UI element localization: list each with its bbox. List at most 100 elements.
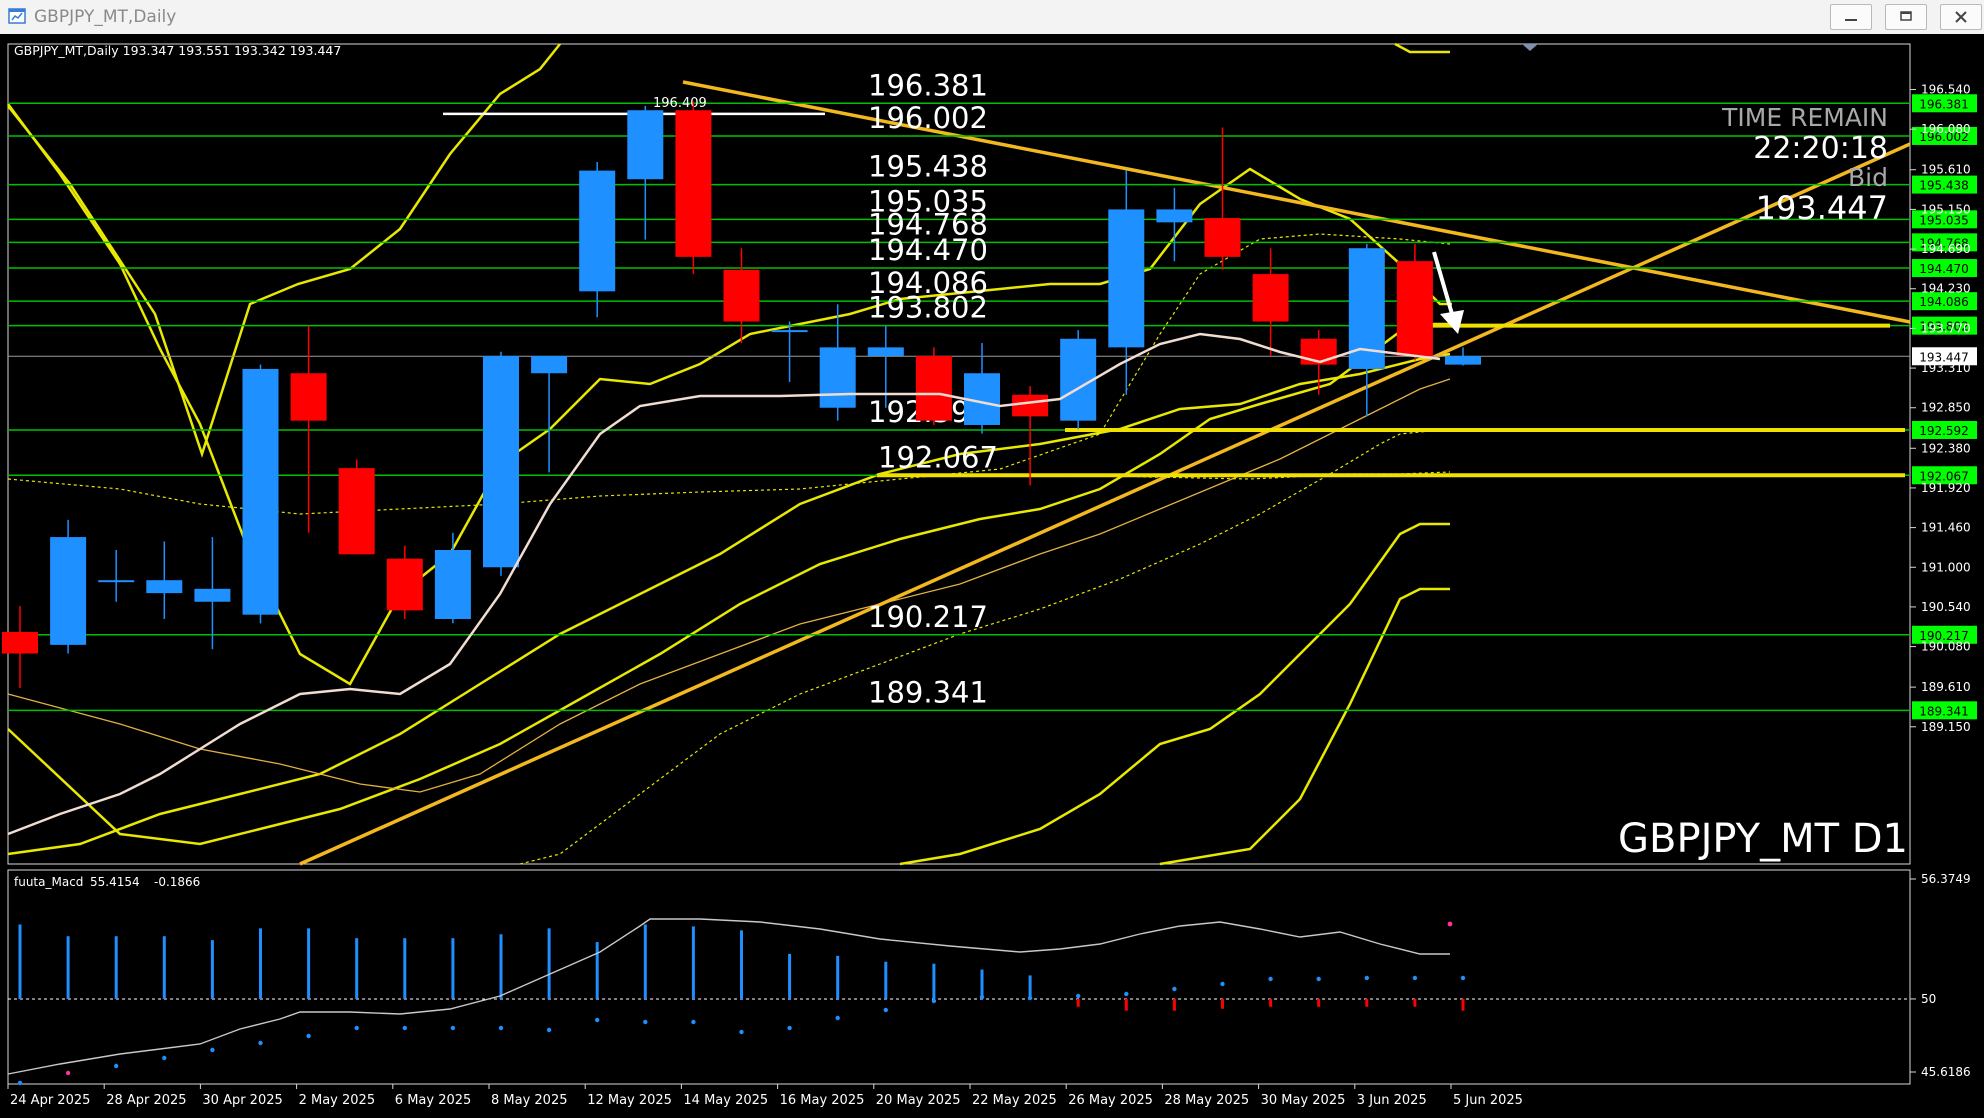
date-label: 14 May 2025: [683, 1093, 768, 1108]
price-chart[interactable]: 196.381196.381196.002196.002195.438195.4…: [0, 34, 1984, 1118]
macd-dot: [210, 1047, 215, 1053]
macd-dot: [739, 1029, 744, 1035]
minimize-button[interactable]: [1830, 4, 1872, 30]
macd-dot: [498, 1025, 504, 1031]
date-label: 20 May 2025: [876, 1093, 961, 1108]
level-label: 194.470: [868, 233, 988, 267]
level-label: 189.341: [868, 675, 988, 709]
uptrend-line: [299, 142, 1911, 866]
chart-header: GBPJPY_MT,Daily 193.347 193.551 193.342 …: [14, 43, 341, 58]
level-label: 195.438: [868, 150, 988, 184]
macd-dot: [546, 1027, 552, 1033]
date-label: 30 May 2025: [1261, 1093, 1346, 1108]
price-tick-label: 196.080: [1921, 122, 1971, 136]
close-button[interactable]: [1940, 4, 1982, 30]
date-label: 8 May 2025: [491, 1093, 568, 1108]
level-label: 193.802: [868, 291, 988, 325]
macd-dot: [1460, 975, 1466, 981]
price-tick-label: 191.460: [1921, 521, 1971, 535]
macd-dot: [1316, 976, 1321, 982]
high-marker-label: 196.409: [653, 96, 707, 111]
annotations: [1432, 251, 1464, 334]
title-bar[interactable]: GBPJPY_MT,Daily: [0, 0, 1984, 35]
restore-icon: [1900, 11, 1912, 21]
bear-candle: [1204, 218, 1241, 257]
price-tick-label: 196.540: [1921, 83, 1971, 97]
bear-candle: [386, 558, 423, 611]
macd-dot: [1027, 995, 1033, 1001]
bull-candle: [867, 347, 904, 357]
bollinger-lower: [7, 322, 1450, 846]
macd-dot: [1076, 993, 1081, 999]
macd-dot: [931, 998, 937, 1004]
macd-dot: [1124, 991, 1129, 997]
price-tick-label: 190.080: [1921, 640, 1971, 654]
bull-candle: [771, 330, 808, 333]
macd-tick-label: 56.3749: [1921, 872, 1971, 886]
macd-dot: [595, 1017, 600, 1023]
white-moving-average: [7, 332, 1441, 836]
bull-candle: [531, 356, 568, 374]
bull-candle: [819, 347, 856, 408]
price-tick-label: 190.540: [1921, 600, 1971, 614]
macd-dot: [883, 1007, 888, 1013]
level-label: 192.067: [878, 440, 998, 474]
bear-candle: [915, 356, 952, 421]
macd-dot: [402, 1025, 407, 1031]
macd-dot: [1447, 921, 1453, 927]
shift-marker: [1522, 44, 1538, 51]
macd-dot: [979, 994, 985, 1000]
bollinger-top-stub: [1394, 42, 1450, 54]
bollinger-upper-left: [7, 43, 561, 459]
date-label: 2 May 2025: [299, 1093, 376, 1108]
price-tick-label: 191.920: [1921, 481, 1971, 495]
date-label: 22 May 2025: [972, 1093, 1057, 1108]
macd-dot: [691, 1019, 696, 1025]
timer-value: 22:20:18: [1753, 131, 1888, 166]
bollinger-lower-3: [1159, 587, 1450, 866]
bull-candle: [579, 170, 616, 292]
bid-label: Bid: [1848, 163, 1888, 192]
price-tick-label: 189.150: [1921, 720, 1971, 734]
level-tag-text: 195.438: [1919, 179, 1969, 193]
macd-panel: 56.3749 50 45.6186: [7, 872, 1971, 1086]
bull-candle: [434, 550, 471, 620]
macd-dot: [258, 1040, 263, 1046]
chart-area[interactable]: 196.381 196.381 196.002 196.002 195.438 195.4…: [0, 34, 1984, 1118]
bear-candle: [290, 373, 327, 421]
level-label: 196.381: [868, 68, 988, 102]
level-label: 196.002: [868, 101, 988, 135]
macd-label: fuuta_Macd: [14, 875, 83, 889]
bear-candle: [675, 110, 712, 257]
date-label: 5 Jun 2025: [1453, 1093, 1523, 1108]
bull-candle: [98, 580, 135, 583]
macd-value: 55.4154: [90, 875, 140, 889]
bull-candle: [194, 588, 231, 602]
macd-dot: [643, 1019, 648, 1025]
arrow-head-icon: [1440, 310, 1464, 334]
price-tick-label: 192.380: [1921, 441, 1971, 455]
date-label: 28 Apr 2025: [106, 1093, 186, 1108]
bull-candle: [1108, 209, 1145, 348]
date-label: 16 May 2025: [780, 1093, 865, 1108]
macd-dot: [65, 1070, 71, 1076]
macd-dot: [162, 1055, 167, 1061]
date-label: 28 May 2025: [1164, 1093, 1249, 1108]
terminal-window: GBPJPY_MT,Daily 196.381 196.381 196.002 196…: [0, 0, 1984, 1118]
macd-tick-label: 45.6186: [1921, 1065, 1971, 1079]
current-price-tag-text: 193.447: [1919, 350, 1969, 364]
macd-dot: [306, 1033, 311, 1039]
date-label: 26 May 2025: [1068, 1093, 1153, 1108]
macd-dot: [1268, 976, 1273, 982]
bull-candle: [242, 368, 279, 615]
macd-dot: [450, 1025, 456, 1031]
price-tick-label: 191.000: [1921, 560, 1971, 574]
restore-button[interactable]: [1885, 4, 1927, 30]
date-label: 12 May 2025: [587, 1093, 672, 1108]
level-tag-text: 192.592: [1919, 424, 1969, 438]
bear-candle: [723, 269, 760, 322]
chart-window-icon: [8, 8, 26, 24]
price-tick-label: 194.690: [1921, 242, 1971, 256]
bid-value: 193.447: [1756, 189, 1888, 227]
bear-candle: [1252, 274, 1289, 322]
